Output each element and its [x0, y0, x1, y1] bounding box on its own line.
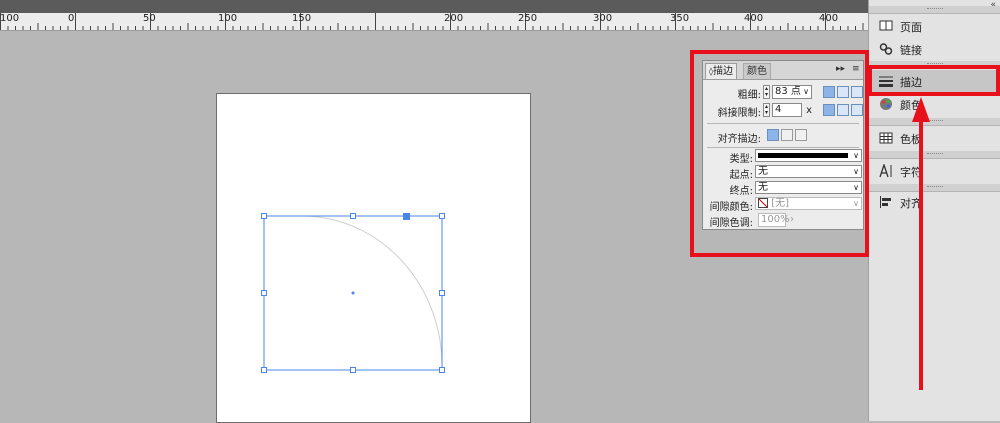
annotation-arrow — [912, 97, 930, 390]
annotation-arrow-head — [912, 97, 930, 122]
